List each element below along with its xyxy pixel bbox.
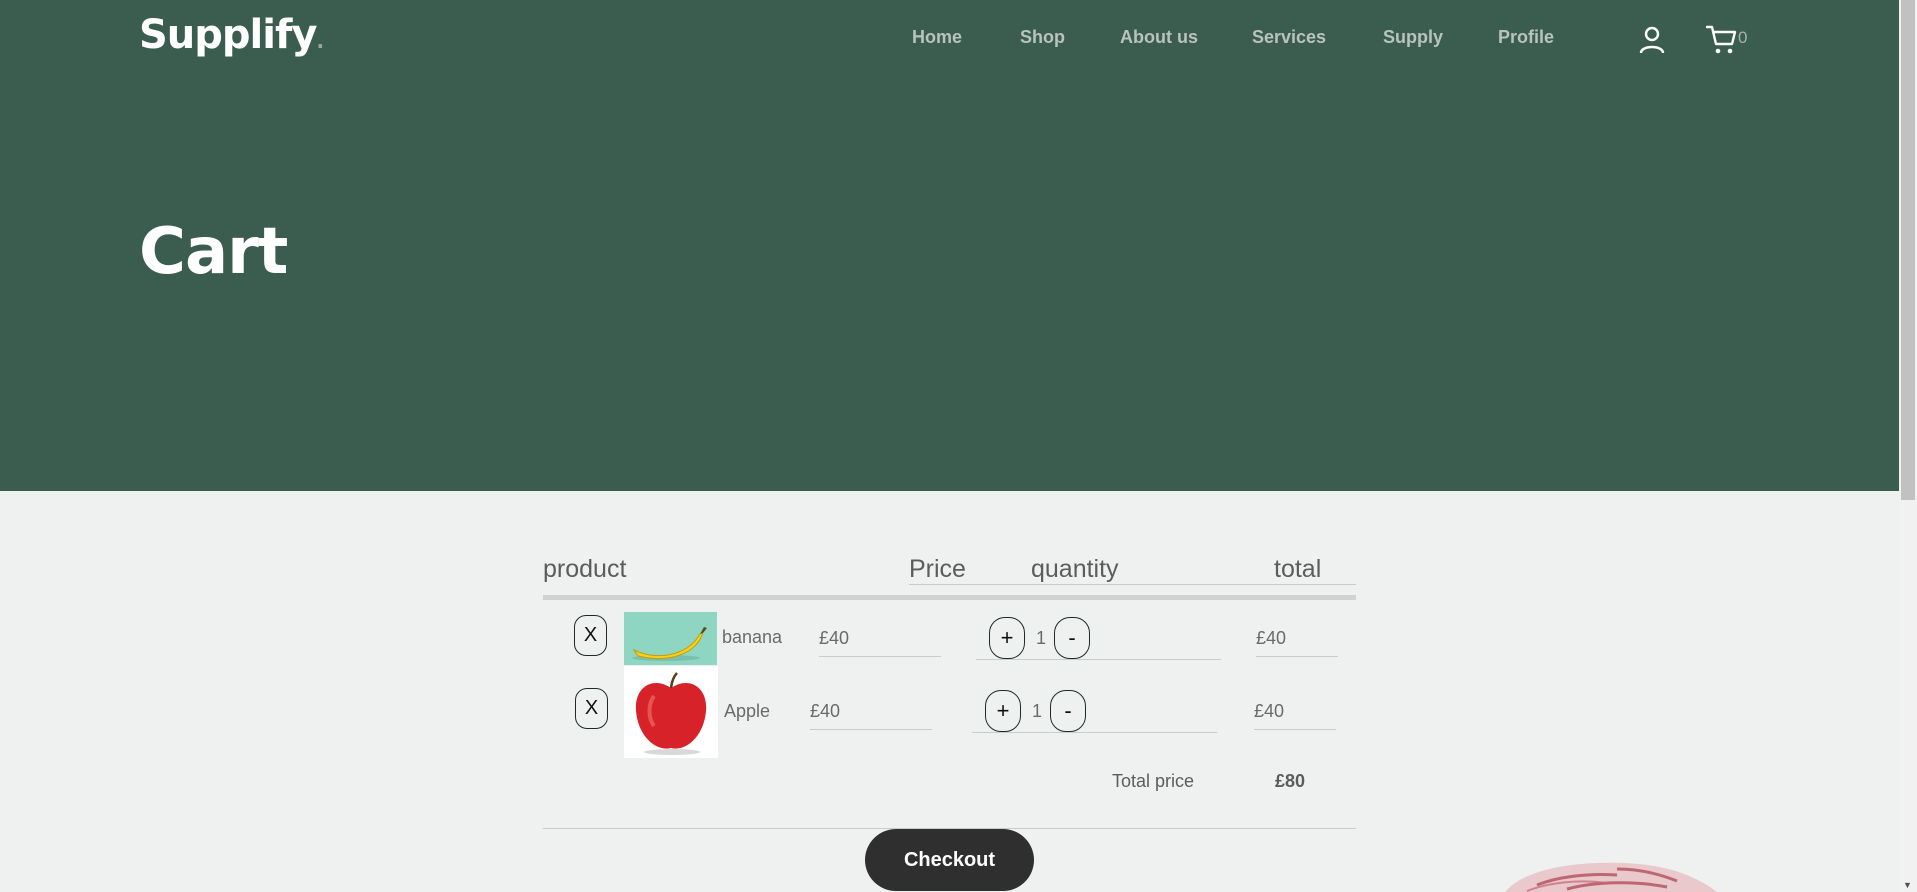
row-total: £40 — [1256, 628, 1287, 648]
header-underline — [909, 584, 1356, 585]
hero-header: Supplify. Home Shop About us Services Su… — [0, 0, 1899, 491]
price-underline — [819, 656, 941, 657]
product-price: £40 — [819, 628, 850, 648]
total-price-value: £80 — [1275, 771, 1306, 791]
quantity-underline — [976, 659, 1221, 660]
nav-home[interactable]: Home — [912, 27, 962, 48]
row-total: £40 — [1254, 701, 1285, 721]
header-product: product — [543, 555, 627, 583]
total-underline — [1256, 656, 1338, 657]
page-scrollbar[interactable]: ▼ — [1899, 0, 1917, 892]
remove-item-button[interactable]: X — [575, 688, 608, 729]
total-underline — [1254, 729, 1336, 730]
apple-image — [624, 666, 718, 758]
scrollbar-thumb[interactable] — [1901, 0, 1915, 500]
brand-dot: . — [316, 29, 324, 53]
decrease-quantity-button[interactable]: - — [1050, 690, 1086, 732]
nav-supply[interactable]: Supply — [1383, 27, 1443, 48]
total-price-label: Total price — [1112, 771, 1195, 791]
increase-quantity-button[interactable]: + — [989, 617, 1025, 659]
cart-icon[interactable] — [1705, 24, 1738, 61]
product-name: banana — [722, 627, 783, 647]
header-total: total — [1274, 555, 1322, 583]
page-title: Cart — [139, 215, 288, 289]
user-icon[interactable] — [1639, 26, 1665, 59]
nav-about-us[interactable]: About us — [1120, 27, 1198, 48]
banana-image — [624, 612, 717, 665]
quantity-value: 1 — [1036, 628, 1047, 648]
brand-logo[interactable]: Supplify. — [139, 12, 324, 58]
nav-shop[interactable]: Shop — [1020, 27, 1065, 48]
header-price: Price — [909, 555, 966, 583]
product-name: Apple — [724, 701, 771, 721]
price-underline — [810, 729, 932, 730]
nav-profile[interactable]: Profile — [1498, 27, 1554, 48]
quantity-value: 1 — [1032, 701, 1043, 721]
checkout-button[interactable]: Checkout — [865, 829, 1034, 891]
scroll-down-arrow-icon[interactable]: ▼ — [1903, 880, 1912, 890]
remove-item-button[interactable]: X — [574, 615, 607, 656]
header-divider — [543, 595, 1356, 600]
cart-count-badge: 0 — [1738, 28, 1748, 47]
decrease-quantity-button[interactable]: - — [1054, 617, 1090, 659]
brand-name: Supplify — [139, 12, 317, 58]
product-price: £40 — [810, 701, 841, 721]
increase-quantity-button[interactable]: + — [985, 690, 1021, 732]
decorative-meat-image — [1497, 855, 1737, 892]
header-quantity: quantity — [1031, 555, 1119, 583]
quantity-underline — [972, 732, 1217, 733]
nav-services[interactable]: Services — [1252, 27, 1326, 48]
